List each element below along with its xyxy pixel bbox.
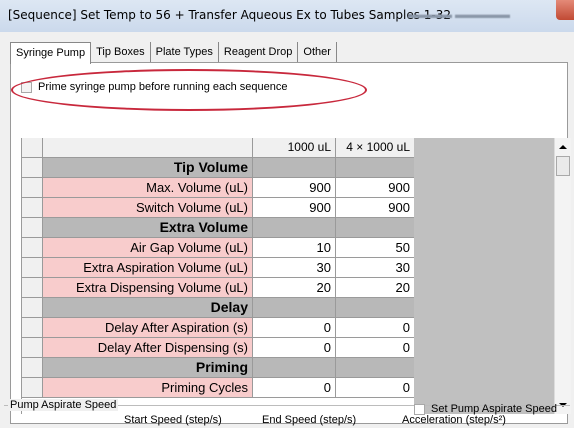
section-blank-cell: [253, 158, 336, 178]
table-row: Extra Aspiration Volume (uL) 30 30: [22, 258, 415, 278]
table-row: Delay After Aspiration (s) 0 0: [22, 318, 415, 338]
end-speed-label: End Speed (step/s): [262, 414, 357, 426]
value-cell-4x1000ul[interactable]: 900: [336, 178, 415, 198]
dialog-body: Syringe Pump Tip Boxes Plate Types Reage…: [0, 32, 574, 428]
prime-label: Prime syringe pump before running each s…: [38, 81, 288, 93]
row-header-cell[interactable]: [22, 278, 43, 298]
param-label: Priming Cycles: [43, 378, 253, 398]
section-title: Tip Volume: [43, 158, 253, 178]
section-title: Delay: [43, 298, 253, 318]
chevron-up-icon: [559, 144, 567, 149]
param-label: Extra Aspiration Volume (uL): [43, 258, 253, 278]
header-label-cell: [43, 138, 253, 158]
section-blank-cell: [336, 218, 415, 238]
table-row: Extra Dispensing Volume (uL) 20 20: [22, 278, 415, 298]
param-label: Switch Volume (uL): [43, 198, 253, 218]
set-pump-aspirate-speed-label: Set Pump Aspirate Speed: [431, 403, 557, 415]
value-cell-1000ul[interactable]: 0: [253, 338, 336, 358]
value-cell-4x1000ul[interactable]: 30: [336, 258, 415, 278]
column-header-4x1000ul[interactable]: 4 × 1000 uL: [336, 138, 415, 158]
window-close-button[interactable]: [556, 0, 574, 20]
param-label: Delay After Aspiration (s): [43, 318, 253, 338]
tab-strip: Syringe Pump Tip Boxes Plate Types Reage…: [10, 42, 337, 64]
table-row: Switch Volume (uL) 900 900: [22, 198, 415, 218]
row-header-cell[interactable]: [22, 338, 43, 358]
section-title: Extra Volume: [43, 218, 253, 238]
param-label: Air Gap Volume (uL): [43, 238, 253, 258]
window-title: [Sequence] Set Temp to 56 + Transfer Aqu…: [8, 8, 452, 22]
table-row: Delay After Dispensing (s) 0 0: [22, 338, 415, 358]
pump-aspirate-speed-label: Pump Aspirate Speed: [8, 399, 119, 411]
tab-reagent-drop[interactable]: Reagent Drop: [218, 42, 299, 62]
value-cell-1000ul[interactable]: 900: [253, 178, 336, 198]
param-label: Extra Dispensing Volume (uL): [43, 278, 253, 298]
start-speed-label: Start Speed (step/s): [124, 414, 222, 426]
settings-grid: 1000 uL 4 × 1000 uL Tip Volume Max. Volum…: [21, 138, 415, 414]
value-cell-4x1000ul[interactable]: 0: [336, 378, 415, 398]
section-row: Extra Volume: [22, 218, 415, 238]
section-blank-cell: [336, 158, 415, 178]
grid-header-row: 1000 uL 4 × 1000 uL: [22, 138, 415, 158]
set-pump-aspirate-speed-option[interactable]: Set Pump Aspirate Speed: [414, 403, 557, 415]
section-blank-cell: [253, 358, 336, 378]
value-cell-4x1000ul[interactable]: 20: [336, 278, 415, 298]
section-row: Tip Volume: [22, 158, 415, 178]
section-blank-cell: [253, 298, 336, 318]
value-cell-4x1000ul[interactable]: 0: [336, 318, 415, 338]
row-header-corner: [22, 138, 43, 158]
value-cell-1000ul[interactable]: 10: [253, 238, 336, 258]
row-header-cell[interactable]: [22, 378, 43, 398]
pump-aspirate-speed-group: Pump Aspirate Speed Start Speed (step/s)…: [4, 399, 570, 436]
tab-plate-types[interactable]: Plate Types: [150, 42, 219, 62]
section-row: Delay: [22, 298, 415, 318]
title-bar: [Sequence] Set Temp to 56 + Transfer Aqu…: [0, 0, 574, 32]
value-cell-1000ul[interactable]: 0: [253, 318, 336, 338]
row-header-cell[interactable]: [22, 358, 43, 378]
section-title: Priming: [43, 358, 253, 378]
acceleration-label: Acceleration (step/s²): [402, 414, 506, 426]
column-header-1000ul[interactable]: 1000 uL: [253, 138, 336, 158]
section-blank-cell: [253, 218, 336, 238]
row-header-cell[interactable]: [22, 238, 43, 258]
tab-syringe-pump[interactable]: Syringe Pump: [10, 42, 92, 64]
scroll-up-button[interactable]: [555, 138, 571, 155]
row-header-cell[interactable]: [22, 318, 43, 338]
row-header-cell[interactable]: [22, 158, 43, 178]
table-row: Air Gap Volume (uL) 10 50: [22, 238, 415, 258]
row-header-cell[interactable]: [22, 178, 43, 198]
value-cell-4x1000ul[interactable]: 50: [336, 238, 415, 258]
row-header-cell[interactable]: [22, 298, 43, 318]
row-header-cell[interactable]: [22, 258, 43, 278]
set-pump-aspirate-speed-checkbox[interactable]: [414, 403, 425, 415]
value-cell-1000ul[interactable]: 900: [253, 198, 336, 218]
param-label: Delay After Dispensing (s): [43, 338, 253, 358]
section-blank-cell: [336, 358, 415, 378]
table-row: Priming Cycles 0 0: [22, 378, 415, 398]
syringe-pump-panel: Prime syringe pump before running each s…: [10, 62, 571, 424]
value-cell-1000ul[interactable]: 0: [253, 378, 336, 398]
prime-option[interactable]: Prime syringe pump before running each s…: [21, 81, 287, 93]
value-cell-4x1000ul[interactable]: 0: [336, 338, 415, 358]
value-cell-4x1000ul[interactable]: 900: [336, 198, 415, 218]
row-header-cell[interactable]: [22, 198, 43, 218]
tab-other[interactable]: Other: [298, 42, 337, 62]
scroll-thumb[interactable]: [556, 156, 570, 176]
tab-tip-boxes[interactable]: Tip Boxes: [91, 42, 151, 62]
value-cell-1000ul[interactable]: 20: [253, 278, 336, 298]
section-row: Priming: [22, 358, 415, 378]
section-blank-cell: [336, 298, 415, 318]
title-bar-blurred-text: ▬▬▬▬ ▬▬▬▬▬: [408, 9, 511, 21]
param-label: Max. Volume (uL): [43, 178, 253, 198]
grid-vertical-scrollbar[interactable]: [554, 138, 571, 414]
grid-empty-area: [414, 138, 554, 414]
prime-checkbox[interactable]: [21, 81, 32, 93]
table-row: Max. Volume (uL) 900 900: [22, 178, 415, 198]
value-cell-1000ul[interactable]: 30: [253, 258, 336, 278]
row-header-cell[interactable]: [22, 218, 43, 238]
